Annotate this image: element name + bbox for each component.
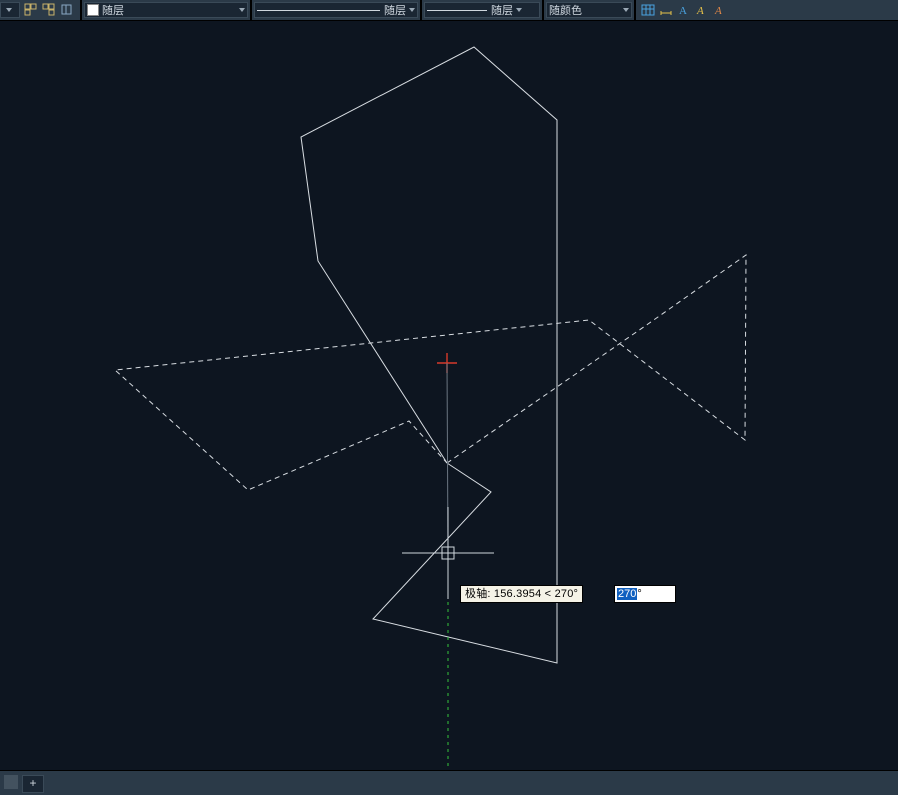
color-dropdown[interactable]: 随颜色: [546, 2, 632, 18]
svg-text:A: A: [696, 5, 704, 17]
tooltip-prefix: 极轴:: [465, 588, 491, 600]
dynamic-input[interactable]: 270°: [614, 585, 676, 603]
lineweight-label: 随层: [491, 2, 513, 18]
chevron-down-icon: [409, 8, 415, 12]
color-label: 随颜色: [549, 2, 620, 18]
top-toolbar: 随层 随层 随层 随颜色 A A A: [0, 0, 898, 21]
layer-color-label: 随层: [102, 2, 236, 18]
tooltip-distance: 156.3954: [494, 588, 541, 600]
input-selected-text: 270: [617, 588, 637, 600]
svg-text:A: A: [679, 5, 687, 17]
text-a-icon-1[interactable]: A: [676, 2, 692, 18]
svg-text:A: A: [714, 5, 722, 17]
drawing-canvas[interactable]: 极轴: 156.3954 < 270° 270°: [0, 21, 898, 770]
add-layout-tab[interactable]: +: [22, 775, 44, 793]
linetype-dropdown[interactable]: 随层: [254, 2, 418, 18]
solid-polygon: [301, 47, 557, 663]
input-suffix: °: [637, 588, 641, 600]
polar-tooltip: 极轴: 156.3954 < 270°: [460, 585, 583, 603]
canvas-svg: [0, 21, 898, 770]
layout-tabstrip: +: [0, 770, 898, 795]
block-icons-group: [23, 2, 75, 18]
text-a-icon-2[interactable]: A: [694, 2, 710, 18]
block-icon-1[interactable]: [23, 2, 39, 18]
dimension-icon[interactable]: [658, 2, 674, 18]
block-icon-2[interactable]: [41, 2, 57, 18]
color-swatch: [87, 4, 99, 16]
chevron-down-icon: [6, 8, 12, 12]
block-icon-3[interactable]: [59, 2, 75, 18]
chevron-down-icon: [239, 8, 245, 12]
tooltip-sep: <: [545, 588, 552, 600]
table-icon[interactable]: [640, 2, 656, 18]
tabstrip-handle[interactable]: [4, 775, 18, 789]
lineweight-dropdown[interactable]: 随层: [424, 2, 540, 18]
linetype-preview: [257, 10, 380, 11]
annotation-icons-group: A A A: [640, 2, 728, 18]
tooltip-angle: 270°: [555, 588, 579, 600]
chevron-down-icon: [516, 8, 522, 12]
unknown-dropdown[interactable]: [0, 2, 20, 18]
text-a-icon-3[interactable]: A: [712, 2, 728, 18]
ghost-polygon: [115, 255, 746, 490]
chevron-down-icon: [623, 8, 629, 12]
linetype-label: 随层: [384, 2, 406, 18]
lineweight-preview: [427, 10, 487, 11]
layer-color-dropdown[interactable]: 随层: [84, 2, 248, 18]
